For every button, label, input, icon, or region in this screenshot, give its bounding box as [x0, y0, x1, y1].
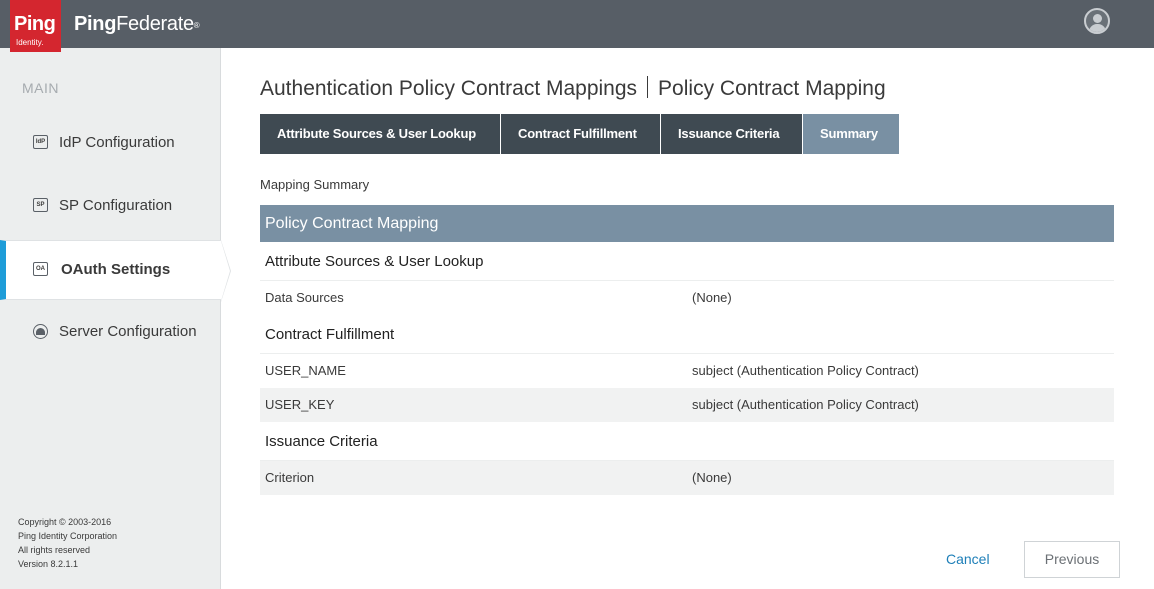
row-value: subject (Authentication Policy Contract): [692, 363, 919, 378]
copyright-company: Ping Identity Corporation: [18, 531, 118, 541]
user-body-shape: [1089, 24, 1106, 32]
table-row: USER_KEY subject (Authentication Policy …: [260, 388, 1114, 422]
user-account-icon[interactable]: [1084, 8, 1110, 34]
sp-icon: SP: [33, 198, 48, 212]
top-bar: Ping Identity. PingFederate®: [0, 0, 1154, 52]
sidebar-item-label: OAuth Settings: [61, 261, 171, 278]
sidebar-heading: MAIN: [22, 80, 59, 96]
logo-subtext: Identity.: [16, 38, 44, 47]
row-value: subject (Authentication Policy Contract): [692, 397, 919, 412]
product-name-rest: Federate: [116, 13, 194, 35]
sidebar-item-server-configuration[interactable]: Server Configuration: [0, 303, 221, 363]
product-name: PingFederate®: [74, 12, 200, 36]
mapping-summary-label: Mapping Summary: [260, 177, 370, 192]
title-separator: [647, 76, 649, 98]
tab-attribute-sources[interactable]: Attribute Sources & User Lookup: [260, 114, 501, 154]
previous-button[interactable]: Previous: [1024, 541, 1120, 578]
idp-icon: IdP: [33, 135, 48, 149]
row-key: Criterion: [265, 470, 315, 485]
copyright-line: Copyright © 2003-2016: [18, 517, 112, 527]
page-title-parent: Authentication Policy Contract Mappings: [260, 77, 638, 100]
row-key: USER_KEY: [265, 397, 335, 412]
ping-identity-logo[interactable]: Ping Identity.: [10, 0, 61, 52]
wizard-tabs: Attribute Sources & User Lookup Contract…: [260, 114, 899, 154]
logo-text: Ping: [14, 13, 56, 35]
sidebar-item-label: Server Configuration: [59, 323, 197, 340]
section-title: Contract Fulfillment: [260, 315, 1114, 354]
registered-mark: ®: [193, 21, 200, 30]
server-icon-dome: [36, 328, 45, 335]
summary-table-header: Policy Contract Mapping: [260, 205, 1114, 242]
table-row: Data Sources (None): [260, 281, 1114, 315]
summary-table: Policy Contract Mapping Attribute Source…: [260, 205, 1114, 495]
oauth-icon: OA: [33, 262, 48, 276]
active-nav-pointer: [221, 241, 230, 301]
sidebar: MAIN IdP IdP Configuration SP SP Configu…: [0, 48, 221, 589]
tab-contract-fulfillment[interactable]: Contract Fulfillment: [501, 114, 661, 154]
copyright-notice: Copyright © 2003-2016 Ping Identity Corp…: [18, 515, 117, 571]
tab-issuance-criteria[interactable]: Issuance Criteria: [661, 114, 803, 154]
version-label: Version 8.2.1.1: [18, 559, 79, 569]
table-row: Criterion (None): [260, 461, 1114, 495]
row-value: (None): [692, 290, 732, 305]
sidebar-item-oauth-settings[interactable]: OA OAuth Settings: [0, 240, 221, 300]
product-name-bold: Ping: [74, 13, 117, 35]
user-head-shape: [1093, 14, 1102, 23]
section-title: Attribute Sources & User Lookup: [260, 242, 1114, 281]
row-value: (None): [692, 470, 732, 485]
section-title: Issuance Criteria: [260, 422, 1114, 461]
sidebar-item-label: SP Configuration: [59, 197, 173, 214]
table-row: USER_NAME subject (Authentication Policy…: [260, 354, 1114, 388]
cancel-link[interactable]: Cancel: [946, 551, 990, 567]
row-key: Data Sources: [265, 290, 344, 305]
sidebar-item-sp-configuration[interactable]: SP SP Configuration: [0, 177, 221, 237]
server-icon: [33, 324, 48, 339]
page-title: Authentication Policy Contract Mappings P…: [260, 76, 886, 101]
page-title-current: Policy Contract Mapping: [658, 77, 886, 100]
sidebar-item-label: IdP Configuration: [59, 134, 175, 151]
sidebar-item-idp-configuration[interactable]: IdP IdP Configuration: [0, 114, 221, 174]
copyright-rights: All rights reserved: [18, 545, 91, 555]
tab-summary[interactable]: Summary: [803, 114, 899, 154]
row-key: USER_NAME: [265, 363, 346, 378]
